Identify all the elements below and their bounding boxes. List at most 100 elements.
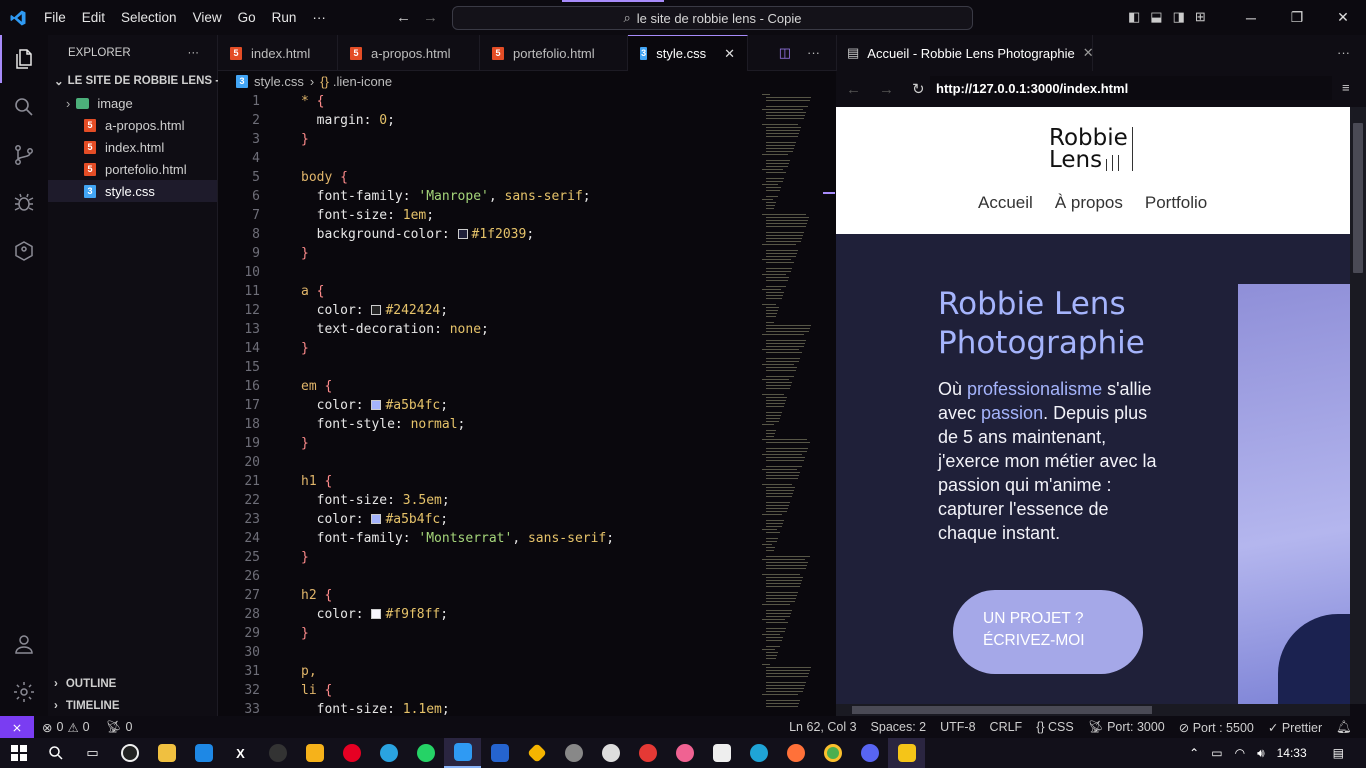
code-line[interactable]: 8 background-color: #1f2039; (218, 225, 758, 244)
minimap[interactable] (760, 91, 822, 711)
taskbar-search-icon[interactable] (37, 738, 74, 768)
preview-vertical-scrollbar[interactable] (1350, 107, 1366, 704)
color-swatch-icon[interactable] (457, 229, 468, 239)
code-line[interactable]: 32 li { (218, 681, 758, 700)
windows-start-icon[interactable] (0, 738, 37, 768)
whatsapp-icon[interactable] (407, 738, 444, 768)
code-line[interactable]: 4 (218, 149, 758, 168)
code-line[interactable]: 19} (218, 434, 758, 453)
mail-icon[interactable] (185, 738, 222, 768)
settings-gear-icon[interactable] (0, 668, 48, 716)
code-line[interactable]: 26 (218, 567, 758, 586)
task-view-icon[interactable]: ▭ (74, 738, 111, 768)
code-line[interactable]: 5 body { (218, 168, 758, 187)
menu-edit[interactable]: Edit (74, 10, 113, 25)
chat-icon[interactable] (851, 738, 888, 768)
line-ending[interactable]: CRLF (990, 720, 1023, 734)
site-logo[interactable]: Robbie Lens (1049, 127, 1133, 172)
code-line[interactable]: 1 * { (218, 92, 758, 111)
volume-icon[interactable]: 🔊︎ (1257, 746, 1265, 761)
extensions-icon[interactable] (0, 227, 48, 275)
menu-file[interactable]: File (36, 10, 74, 25)
chrome-icon[interactable] (814, 738, 851, 768)
notion-icon[interactable] (703, 738, 740, 768)
menu-selection[interactable]: Selection (113, 10, 185, 25)
close-window-icon[interactable]: ✕ (1320, 0, 1366, 35)
code-line[interactable]: 21 h1 { (218, 472, 758, 491)
outline-section[interactable]: › OUTLINE (54, 673, 116, 695)
code-line[interactable]: 16 em { (218, 377, 758, 396)
menu-view[interactable]: View (185, 10, 230, 25)
code-line[interactable]: 28 color: #f9f8ff; (218, 605, 758, 624)
code-line[interactable]: 14} (218, 339, 758, 358)
telegram-icon[interactable] (370, 738, 407, 768)
firefox-icon[interactable] (777, 738, 814, 768)
scroll-thumb[interactable] (1353, 123, 1363, 273)
tab-style[interactable]: 3 style.css ✕ (628, 35, 748, 71)
tree-item-image[interactable]: › image (48, 92, 217, 114)
live-server-port[interactable]: 📡︎ Port: 3000 (1088, 720, 1165, 735)
preview-horizontal-scrollbar[interactable] (836, 704, 1350, 716)
site-nav-a-propos[interactable]: À propos (1055, 193, 1123, 213)
clock[interactable]: 14:33 (1277, 746, 1307, 760)
timeline-section[interactable]: › TIMELINE (54, 695, 120, 717)
code-editor[interactable]: 1 * {2 margin: 0; 3} 4 5 body {6 font-family:… (218, 91, 836, 716)
close-tab-icon[interactable]: ✕ (1083, 45, 1094, 61)
tab-preview[interactable]: ▤ Accueil - Robbie Lens Photographie ✕ (837, 35, 1094, 71)
app-icon-4[interactable] (666, 738, 703, 768)
code-line[interactable]: 10 (218, 263, 758, 282)
chevron-up-icon[interactable]: ⌃ (1189, 746, 1199, 760)
source-control-icon[interactable] (0, 131, 48, 179)
toggle-secondary-sidebar-icon[interactable]: ◨ (1173, 9, 1185, 25)
color-swatch-icon[interactable] (371, 514, 382, 524)
tree-item-a-propos[interactable]: 5 a-propos.html (48, 114, 217, 136)
app-icon-2[interactable] (555, 738, 592, 768)
customize-layout-icon[interactable]: ⊞ (1195, 9, 1206, 25)
editor-more-icon[interactable]: ··· (807, 45, 820, 60)
code-line[interactable]: 6 font-family: 'Manrope', sans-serif; (218, 187, 758, 206)
code-line[interactable]: 29} (218, 624, 758, 643)
restore-icon[interactable]: ❐ (1274, 0, 1320, 35)
code-line[interactable]: 25} (218, 548, 758, 567)
edge-icon[interactable] (740, 738, 777, 768)
wifi-icon[interactable]: ◠ (1235, 746, 1245, 760)
accounts-icon[interactable] (0, 620, 48, 668)
prettier-status[interactable]: ✓ Prettier (1268, 720, 1322, 735)
file-explorer-icon[interactable] (148, 738, 185, 768)
code-line[interactable]: 17 color: #a5b4fc; (218, 396, 758, 415)
pinterest-icon[interactable] (333, 738, 370, 768)
menu-go[interactable]: Go (230, 10, 264, 25)
url-field[interactable]: http://127.0.0.1:3000/index.html (930, 76, 1332, 100)
code-line[interactable]: 27 h2 { (218, 586, 758, 605)
code-line[interactable]: 13 text-decoration: none; (218, 320, 758, 339)
breadcrumb-file[interactable]: style.css (254, 74, 304, 89)
todo-icon[interactable] (481, 738, 518, 768)
toggle-sidebar-icon[interactable]: ◧ (1128, 9, 1140, 25)
tree-item-style[interactable]: 3 style.css (48, 180, 217, 202)
notifications-icon[interactable]: 🔔︎ (1336, 720, 1352, 735)
app-icon-1[interactable] (111, 738, 148, 768)
language-mode[interactable]: {} CSS (1036, 720, 1074, 734)
run-debug-icon[interactable] (0, 179, 48, 227)
toggle-panel-icon[interactable]: ⬓ (1150, 9, 1162, 25)
code-line[interactable]: 20 (218, 453, 758, 472)
code-line[interactable]: 22 font-size: 3.5em; (218, 491, 758, 510)
scroll-thumb[interactable] (852, 706, 1152, 714)
code-line[interactable]: 7 font-size: 1em; (218, 206, 758, 225)
x-icon[interactable]: X (222, 738, 259, 768)
minimize-icon[interactable]: ─ (1228, 0, 1274, 35)
code-line[interactable]: 11 a { (218, 282, 758, 301)
code-line[interactable]: 12 color: #242424; (218, 301, 758, 320)
code-line[interactable]: 9} (218, 244, 758, 263)
forward-arrow-icon[interactable]: → (423, 9, 438, 26)
notification-center-icon[interactable]: ▤ (1333, 746, 1344, 760)
notes-icon[interactable] (296, 738, 333, 768)
git-icon[interactable] (518, 738, 555, 768)
preview-more-icon[interactable]: ··· (1337, 45, 1350, 60)
explorer-icon[interactable] (0, 35, 48, 83)
command-center-search[interactable]: ⌕ le site de robbie lens - Copie (452, 6, 973, 30)
menu-more[interactable]: ··· (304, 10, 334, 25)
problems-indicator[interactable]: ⊗ 0 ⚠ 0 (42, 720, 90, 735)
back-arrow-icon[interactable]: ← (846, 81, 861, 98)
battery-icon[interactable]: ▭ (1211, 746, 1222, 760)
